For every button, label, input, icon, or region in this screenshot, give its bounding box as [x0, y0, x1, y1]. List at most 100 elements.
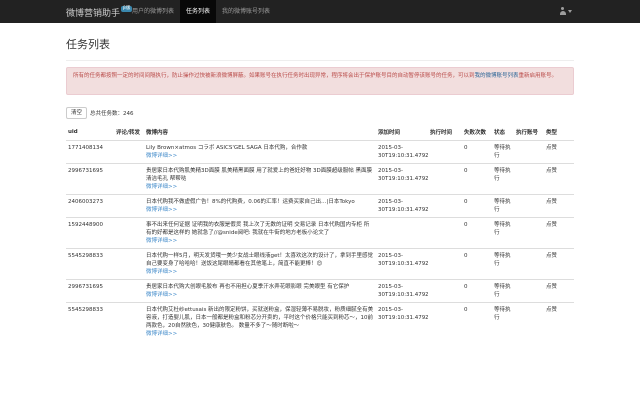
col-fails: 失败次数 [462, 125, 492, 141]
col-executed: 执行时间 [428, 125, 462, 141]
weibo-detail-link[interactable]: 微博详细>> [146, 152, 374, 160]
nav-user-weibo-list[interactable]: 用户的微博列表 [126, 0, 180, 23]
cell-comment [114, 247, 144, 279]
cell-status: 等待执行 [492, 216, 514, 248]
cell-content: 日本代购一样5月，明天发货哦一美少女战士眼线液get！太喜欢这次的设计了，拿到手… [144, 247, 376, 279]
cell-content: 日本代购艾杜纱ettusais 新出的限定粉饼，买就送粉盒，保湿轻薄不易脱妆，粉… [144, 301, 376, 341]
weibo-text: 贵居家日本代购肌美精3D面膜 肌美精黑面膜 用了就爱上的爸妊好物 3D面膜超级服… [146, 167, 372, 182]
cell-content: 贵居家日本代购大创眼毛胶布 再也不用担心夏季汗水弄花眼影眼 完美眼型 有它保护微… [144, 278, 376, 302]
col-added: 添加时间 [376, 125, 428, 141]
weibo-detail-link[interactable]: 微博详细>> [146, 268, 374, 276]
cell-executed [428, 301, 462, 341]
weibo-text: 日本代购艾杜纱ettusais 新出的限定粉饼，买就送粉盒，保湿轻薄不易脱妆，粉… [146, 306, 374, 329]
table-row: 1771408134 Lily Brown×atmos コラボ ASICS'GEL… [66, 139, 574, 163]
table-row: 1592448900 事不出来任何证据 证明我的衣服是假货 我上次了无数的证明 交… [66, 216, 574, 248]
weibo-text: 事不出来任何证据 证明我的衣服是假货 我上次了无数的证明 交易记录 日本代购国内… [146, 221, 370, 236]
page-title: 任务列表 [66, 38, 110, 51]
cell-account [514, 216, 544, 248]
alert-banner: 所有的任务都按照一定的时间间隔执行，防止操作过快被新浪微博屏蔽。如果账号在执行任… [66, 67, 574, 95]
cell-type: 点赞 [544, 139, 574, 163]
cell-fails: 0 [462, 247, 492, 279]
cell-uid: 2996731695 [66, 278, 114, 302]
top-navbar: 微博营销助手β版 用户的微博列表 任务列表 我的微博账号列表 [0, 0, 640, 23]
col-status: 状态 [492, 125, 514, 141]
cell-comment [114, 162, 144, 194]
cell-content: 贵居家日本代购肌美精3D面膜 肌美精黑面膜 用了就爱上的爸妊好物 3D面膜超级服… [144, 162, 376, 194]
cell-uid: 1771408134 [66, 139, 114, 163]
clear-button[interactable]: 清空 [66, 107, 88, 119]
alert-text-before: 所有的任务都按照一定的时间间隔执行，防止操作过快被新浪微博屏蔽。如果账号在执行任… [73, 73, 475, 79]
cell-status: 等待执行 [492, 139, 514, 163]
cell-content: 事不出来任何证据 证明我的衣服是假货 我上次了无数的证明 交易记录 日本代购国内… [144, 216, 376, 248]
cell-account [514, 193, 544, 217]
total-label: 总共任务数： [90, 111, 124, 117]
nav-my-accounts[interactable]: 我的微博账号列表 [216, 0, 276, 23]
col-comment: 评论/转发 [114, 125, 144, 141]
cell-added: 2015-03-30T19:10:31.479Z [376, 247, 428, 279]
toolbar: 清空 总共任务数：246 [66, 107, 134, 119]
chevron-down-icon [568, 9, 572, 13]
cell-uid: 1592448900 [66, 216, 114, 248]
cell-added [376, 216, 428, 248]
user-menu[interactable] [559, 7, 572, 15]
col-content: 微博内容 [144, 125, 376, 141]
weibo-text: 贵居家日本代购大创眼毛胶布 再也不用担心夏季汗水弄花眼影眼 完美眼型 有它保护 [146, 283, 350, 290]
alert-accounts-link[interactable]: 我的微博账号列表 [475, 73, 519, 79]
cell-status: 等待执行 [492, 278, 514, 302]
weibo-detail-link[interactable]: 微博详细>> [146, 237, 374, 245]
cell-fails: 0 [462, 278, 492, 302]
cell-added: 2015-03-30T19:10:31.479Z [376, 162, 428, 194]
user-icon [559, 7, 566, 15]
cell-account [514, 278, 544, 302]
cell-account [514, 301, 544, 341]
cell-fails: 0 [462, 193, 492, 217]
cell-status: 等待执行 [492, 247, 514, 279]
col-type: 类型 [544, 125, 574, 141]
cell-comment [114, 139, 144, 163]
cell-comment [114, 301, 144, 341]
task-table: uid 评论/转发 微博内容 添加时间 执行时间 失败次数 状态 执行账号 类型… [66, 125, 574, 341]
cell-account [514, 139, 544, 163]
cell-comment [114, 278, 144, 302]
cell-content: 日本代购我不做虚假广告！8%的代购费，0.06的汇率！运费买家自己出…|日本To… [144, 193, 376, 217]
cell-added: 2015-03-30T19:10:31.479Z [376, 301, 428, 341]
brand-name[interactable]: 微博营销助手 [66, 9, 120, 19]
cell-comment [114, 193, 144, 217]
total-count: 246 [123, 111, 134, 117]
cell-account [514, 162, 544, 194]
weibo-text: Lily Brown×atmos コラボ ASICS'GEL SAGA 日本代购… [146, 144, 308, 151]
cell-added: 2015-03-30T19:10:31.479Z [376, 193, 428, 217]
cell-type: 点赞 [544, 162, 574, 194]
cell-status: 等待执行 [492, 301, 514, 341]
weibo-detail-link[interactable]: 微博详细>> [146, 330, 374, 338]
total-tasks: 总共任务数：246 [90, 109, 134, 117]
cell-executed [428, 247, 462, 279]
nav-task-list[interactable]: 任务列表 [180, 0, 217, 23]
col-account: 执行账号 [514, 125, 544, 141]
cell-fails: 0 [462, 216, 492, 248]
alert-text-after: 重新启用账号。 [518, 73, 558, 79]
weibo-detail-link[interactable]: 微博详细>> [146, 291, 374, 299]
cell-added: 2015-03-30T19:10:31.479Z [376, 278, 428, 302]
cell-uid: 5545298833 [66, 301, 114, 341]
cell-content: Lily Brown×atmos コラボ ASICS'GEL SAGA 日本代购… [144, 139, 376, 163]
cell-type: 点赞 [544, 278, 574, 302]
cell-type: 点赞 [544, 216, 574, 248]
weibo-detail-link[interactable]: 微博详细>> [146, 183, 374, 191]
table-header-row: uid 评论/转发 微博内容 添加时间 执行时间 失败次数 状态 执行账号 类型 [66, 125, 574, 141]
cell-status: 等待执行 [492, 193, 514, 217]
cell-status: 等待执行 [492, 162, 514, 194]
title-divider [66, 60, 574, 61]
cell-comment [114, 216, 144, 248]
table-row: 2406003273 日本代购我不做虚假广告！8%的代购费，0.06的汇率！运费买… [66, 193, 574, 217]
cell-executed [428, 139, 462, 163]
table-row: 5545298833 日本代购艾杜纱ettusais 新出的限定粉饼，买就送粉盒，… [66, 301, 574, 341]
cell-fails: 0 [462, 301, 492, 341]
weibo-detail-link[interactable]: 微博详细>> [146, 206, 374, 214]
cell-executed [428, 162, 462, 194]
weibo-text: 日本代购我不做虚假广告！8%的代购费，0.06的汇率！运费买家自己出…|日本To… [146, 198, 355, 205]
brand[interactable]: 微博营销助手β版 [66, 6, 133, 19]
table-row: 2996731695 贵居家日本代购大创眼毛胶布 再也不用担心夏季汗水弄花眼影眼 … [66, 278, 574, 302]
cell-type: 点赞 [544, 301, 574, 341]
nav-links: 用户的微博列表 任务列表 我的微博账号列表 [126, 0, 276, 23]
